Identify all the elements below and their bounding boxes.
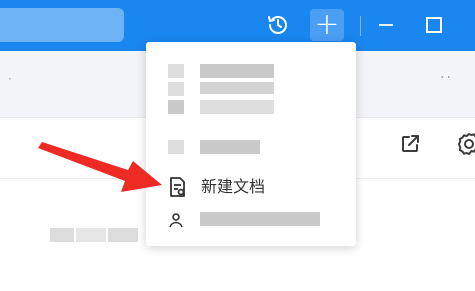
- minimize-icon: [379, 24, 393, 26]
- document-icon: [166, 176, 188, 198]
- share-icon[interactable]: [398, 132, 422, 156]
- titlebar-divider: [360, 16, 361, 36]
- blurred-menu-item: [200, 64, 274, 78]
- person-icon: [168, 212, 184, 228]
- blurred-menu-item: [200, 212, 320, 226]
- blurred-menu-item: [168, 100, 184, 114]
- more-icon[interactable]: ··: [440, 70, 453, 86]
- blurred-menu-item: [200, 82, 274, 94]
- blurred-content: [108, 228, 138, 242]
- blurred-menu-item: [168, 140, 184, 154]
- maximize-icon: [426, 17, 442, 33]
- maximize-button[interactable]: [422, 13, 446, 37]
- blurred-menu-item: [200, 140, 260, 154]
- minimize-button[interactable]: [374, 13, 398, 37]
- history-icon[interactable]: [266, 13, 290, 37]
- blurred-content: [50, 228, 74, 242]
- menu-item-label: 新建文档: [201, 177, 266, 196]
- blurred-content: [76, 228, 106, 242]
- toolbar-left-dot: ·: [8, 72, 12, 86]
- new-button[interactable]: +: [310, 9, 344, 41]
- blurred-menu-item: [200, 100, 274, 114]
- blurred-menu-item: [168, 82, 184, 96]
- plus-icon: +: [314, 7, 340, 42]
- gear-icon[interactable]: [456, 131, 475, 157]
- blurred-menu-item: [168, 64, 184, 78]
- search-box[interactable]: [0, 8, 124, 42]
